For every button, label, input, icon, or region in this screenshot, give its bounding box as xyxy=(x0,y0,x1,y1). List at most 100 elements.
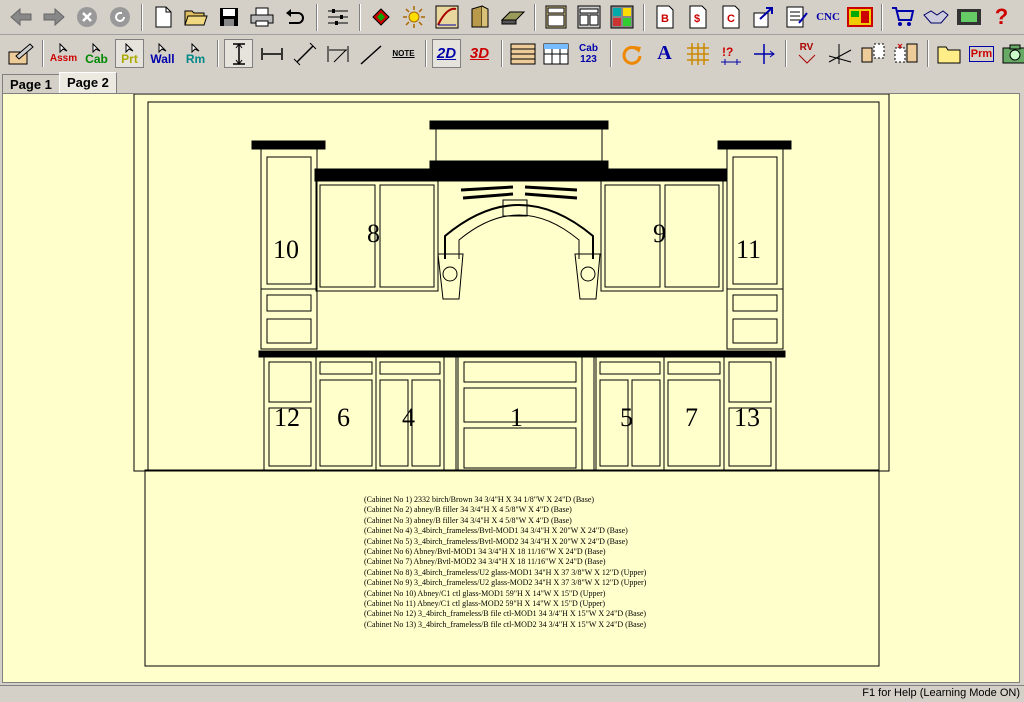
rv-button[interactable]: RV xyxy=(792,39,821,68)
assm-label: Assm xyxy=(49,53,78,64)
view-2d-button[interactable]: 2D xyxy=(432,39,461,68)
toolbar-separator xyxy=(785,40,787,67)
forward-button[interactable] xyxy=(39,3,68,32)
save-icon xyxy=(219,8,238,26)
export-icon xyxy=(753,7,773,28)
tab-page-1[interactable]: Page 1 xyxy=(2,74,60,94)
grid-button[interactable] xyxy=(683,39,712,68)
film-button[interactable] xyxy=(954,3,983,32)
note-button[interactable]: NOTE xyxy=(389,39,418,68)
layout-icon xyxy=(510,43,535,64)
cnc-button[interactable]: CNC xyxy=(815,3,841,32)
prt-mode-button[interactable]: Prt xyxy=(115,39,144,68)
sun-icon xyxy=(402,6,425,28)
help-button[interactable]: ? xyxy=(987,3,1016,32)
rotate-button[interactable] xyxy=(617,39,646,68)
svg-text:!?: !? xyxy=(722,45,733,59)
pen-tool-icon xyxy=(435,5,458,29)
combine-button[interactable] xyxy=(891,39,920,68)
dim-vertical-button[interactable] xyxy=(224,39,253,68)
pen-button[interactable] xyxy=(432,3,461,32)
order-button[interactable] xyxy=(888,3,917,32)
undo-button[interactable] xyxy=(280,3,309,32)
drawing-canvas[interactable]: 10 8 9 11 12 6 4 1 5 7 13 (Cabinet No 1)… xyxy=(2,93,1020,683)
rv-label: RV xyxy=(799,41,814,53)
new-button[interactable] xyxy=(148,3,177,32)
line-button[interactable] xyxy=(356,39,385,68)
align-button[interactable] xyxy=(749,39,778,68)
doc-c-icon: C xyxy=(722,5,739,29)
export-button[interactable] xyxy=(749,3,778,32)
assm-mode-button[interactable]: Assm xyxy=(49,39,78,68)
lighting-button[interactable] xyxy=(399,3,428,32)
c-report-button[interactable]: C xyxy=(716,3,745,32)
prm-button[interactable]: Prm xyxy=(967,39,996,68)
open-button[interactable] xyxy=(181,3,210,32)
bid-button[interactable]: B xyxy=(650,3,679,32)
refresh-button[interactable] xyxy=(105,3,134,32)
elevation-icon xyxy=(543,43,568,64)
cabinet-number: 9 xyxy=(653,219,666,248)
toolbar-separator xyxy=(610,40,612,67)
alert-icon: !? xyxy=(720,45,741,65)
cabinet-icon xyxy=(545,5,566,29)
cutlist-icon xyxy=(610,5,633,29)
cursor-icon xyxy=(158,42,166,53)
wall-mode-button[interactable]: Wall xyxy=(148,39,177,68)
film-icon xyxy=(956,9,981,25)
camera-button[interactable] xyxy=(1000,39,1024,68)
toolbar-separator xyxy=(534,3,536,31)
handshake-button[interactable] xyxy=(921,3,950,32)
sightline-button[interactable] xyxy=(825,39,854,68)
arrow-left-icon xyxy=(9,7,31,27)
cab-123-button[interactable]: Cab 123 xyxy=(574,39,603,68)
job-info-button[interactable] xyxy=(782,3,811,32)
handshake-icon xyxy=(922,10,949,24)
combine-icon xyxy=(894,43,917,62)
door-button[interactable] xyxy=(465,3,494,32)
toolbar-separator xyxy=(643,3,645,31)
folder-button[interactable] xyxy=(934,39,963,68)
save-button[interactable] xyxy=(214,3,243,32)
price-button[interactable]: $ xyxy=(683,3,712,32)
report-button[interactable] xyxy=(574,3,603,32)
optimize-button[interactable] xyxy=(845,3,874,32)
cabinet-list-item: (Cabinet No 6) Abney/Bvtl-MOD1 34 3/4"H … xyxy=(364,547,606,557)
dim-vertical-icon xyxy=(232,42,245,65)
line-icon xyxy=(359,44,382,65)
stop-icon xyxy=(76,7,97,27)
stop-button[interactable] xyxy=(72,3,101,32)
cursor-icon xyxy=(191,42,199,53)
folder-icon xyxy=(937,46,960,63)
refresh-icon xyxy=(109,7,130,27)
rm-mode-button[interactable]: Rm xyxy=(181,39,210,68)
alert-button[interactable]: !? xyxy=(716,39,745,68)
tab-page-2[interactable]: Page 2 xyxy=(59,72,117,94)
properties-button[interactable] xyxy=(323,3,352,32)
sightline-icon xyxy=(828,43,851,64)
camera-icon xyxy=(1002,44,1024,63)
cabinet-number: 11 xyxy=(736,235,761,264)
toolbar-separator xyxy=(217,40,219,67)
dim-angle-button[interactable] xyxy=(323,39,352,68)
material-sheet-button[interactable] xyxy=(498,3,527,32)
svg-text:$: $ xyxy=(694,13,700,25)
materials-button[interactable] xyxy=(366,3,395,32)
cabinet-list-button[interactable] xyxy=(541,3,570,32)
print-button[interactable] xyxy=(247,3,276,32)
cabinet-list-item: (Cabinet No 4) 3_4birch_frameless/Bvtl-M… xyxy=(364,526,628,536)
dim-diagonal-button[interactable] xyxy=(290,39,319,68)
dim-horizontal-button[interactable] xyxy=(257,39,286,68)
back-button[interactable] xyxy=(6,3,35,32)
split-button[interactable] xyxy=(858,39,887,68)
cab-label: Cab xyxy=(85,51,108,66)
edit-button[interactable] xyxy=(6,39,35,68)
open-folder-icon xyxy=(183,10,208,26)
text-button[interactable]: A xyxy=(650,39,679,68)
view-3d-button[interactable]: 3D xyxy=(465,39,494,68)
wall-layout-button[interactable] xyxy=(508,39,537,68)
cab-mode-button[interactable]: Cab xyxy=(82,39,111,68)
elevation-button[interactable] xyxy=(541,39,570,68)
toolbar-separator xyxy=(927,40,929,67)
cutlist-button[interactable] xyxy=(607,3,636,32)
